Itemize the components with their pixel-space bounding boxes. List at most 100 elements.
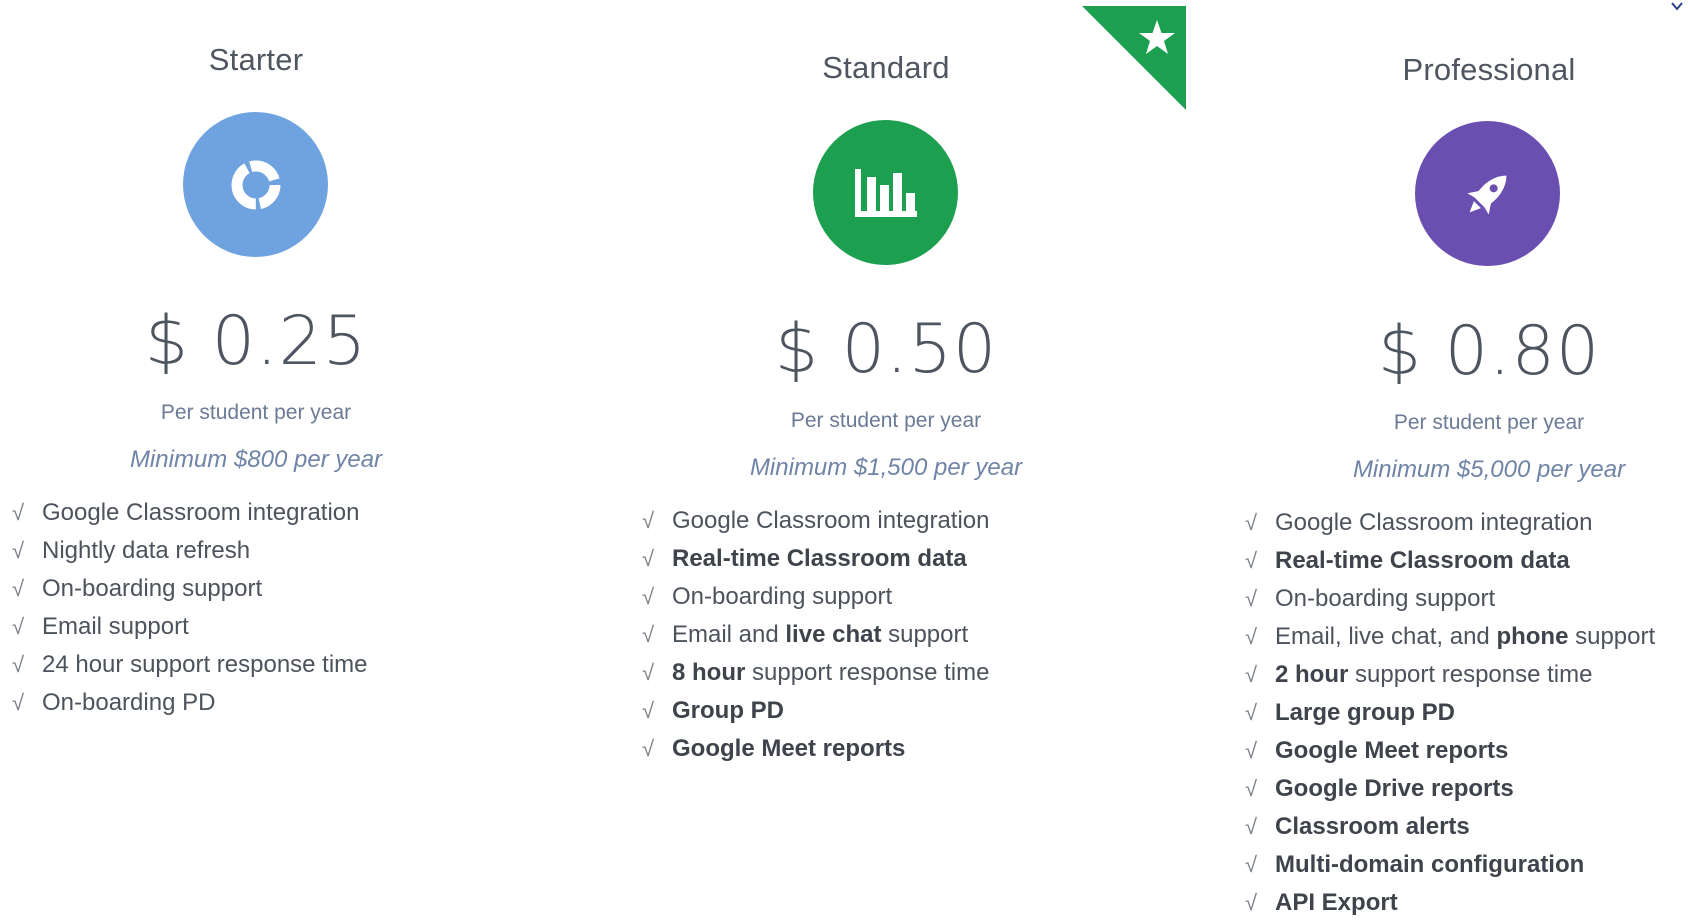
checkmark-icon: √: [642, 584, 655, 609]
checkmark-icon: √: [1245, 852, 1258, 877]
feature-text: Real-time Classroom data: [1275, 547, 1570, 575]
feature-item: √ Email support: [12, 608, 368, 646]
feature-text: Google Classroom integration: [42, 499, 360, 527]
feature-text-bold: Large group PD: [1275, 699, 1456, 726]
feature-text: On-boarding PD: [42, 689, 215, 717]
feature-text-bold: Google Drive reports: [1275, 775, 1514, 802]
feature-text-bold: API Export: [1275, 889, 1398, 916]
checkmark-icon: √: [642, 508, 655, 533]
checkmark-icon: √: [642, 622, 655, 647]
feature-text-part: support: [881, 621, 969, 648]
minimum-price: Minimum $5,000 per year: [1352, 456, 1626, 483]
donut-chart-icon: [183, 112, 328, 257]
feature-item: √ On-boarding support: [12, 570, 368, 608]
plan-title: Professional: [1402, 52, 1576, 87]
plan-title: Standard: [822, 50, 950, 85]
feature-item: √ Google Classroom integration: [12, 494, 368, 532]
feature-list: √ Google Classroom integration √ Real-time …: [1245, 504, 1655, 922]
feature-text-part: On-boarding support: [42, 575, 263, 602]
checkmark-icon: √: [12, 690, 25, 715]
checkmark-icon: √: [12, 538, 25, 563]
feature-text: Multi-domain configuration: [1275, 851, 1584, 879]
feature-text: Google Classroom integration: [1275, 509, 1593, 537]
checkmark-icon: √: [1245, 624, 1258, 649]
feature-text-part: On-boarding PD: [42, 689, 216, 716]
checkmark-icon: √: [12, 500, 25, 525]
feature-item: √ Google Meet reports: [642, 730, 990, 768]
checkmark-icon: √: [642, 660, 655, 685]
feature-text-part: Email support: [42, 613, 189, 640]
feature-text-bold: Google Meet reports: [672, 735, 906, 762]
checkmark-icon: √: [1245, 890, 1258, 915]
feature-item: √ 2 hour support response time: [1245, 656, 1655, 694]
feature-text: 8 hour support response time: [672, 659, 989, 687]
feature-text-part: Google Classroom integration: [1275, 509, 1593, 536]
plan-price: $ 0.50: [774, 310, 998, 389]
feature-text-bold: Google Meet reports: [1275, 737, 1509, 764]
feature-text-part: On-boarding support: [672, 583, 893, 610]
feature-text: 2 hour support response time: [1275, 661, 1592, 689]
plan-price: $ 0.25: [144, 302, 368, 381]
feature-text: Email support: [42, 613, 189, 641]
feature-text: Google Meet reports: [1275, 737, 1508, 765]
feature-text-part: support: [1568, 623, 1656, 650]
featured-ribbon: [1082, 6, 1186, 115]
feature-text: Large group PD: [1275, 699, 1455, 727]
checkmark-icon: √: [1245, 548, 1258, 573]
checkmark-icon: √: [1245, 510, 1258, 535]
feature-item: √ Nightly data refresh: [12, 532, 368, 570]
feature-text-part: support response time: [745, 659, 990, 686]
feature-text-bold: phone: [1496, 623, 1569, 650]
feature-text-bold: 8 hour: [672, 659, 746, 686]
checkmark-icon: √: [642, 546, 655, 571]
feature-item: √ Email and live chat support: [642, 616, 990, 654]
minimum-price: Minimum $800 per year: [129, 446, 383, 473]
feature-item: √ Multi-domain configuration: [1245, 846, 1655, 884]
checkmark-icon: √: [1245, 814, 1258, 839]
feature-text-bold: Group PD: [672, 697, 784, 724]
feature-item: √ 24 hour support response time: [12, 646, 368, 684]
feature-text-part: Email, live chat, and: [1275, 623, 1497, 650]
feature-text-part: 24 hour support response time: [42, 651, 368, 678]
checkmark-icon: √: [1245, 700, 1258, 725]
price-unit: Per student per year: [790, 409, 982, 432]
checkmark-icon: √: [1245, 662, 1258, 687]
plan-title: Starter: [208, 42, 304, 77]
feature-text-part: Google Classroom integration: [42, 499, 360, 526]
corner-chevron-icon: [1671, 2, 1683, 11]
feature-text-bold: Multi-domain configuration: [1275, 851, 1585, 878]
feature-text: 24 hour support response time: [42, 651, 368, 679]
feature-text-part: On-boarding support: [1275, 585, 1496, 612]
star-icon: [1082, 6, 1186, 110]
feature-text: Email, live chat, and phone support: [1275, 623, 1655, 651]
feature-item: √ On-boarding support: [642, 578, 990, 616]
checkmark-icon: √: [1245, 586, 1258, 611]
feature-item: √ API Export: [1245, 884, 1655, 922]
feature-item: √ On-boarding support: [1245, 580, 1655, 618]
feature-text: Google Drive reports: [1275, 775, 1514, 803]
feature-list: √ Google Classroom integration √ Nightly da…: [12, 494, 368, 722]
feature-item: √ Email, live chat, and phone support: [1245, 618, 1655, 656]
checkmark-icon: √: [12, 576, 25, 601]
feature-text-bold: 2 hour: [1275, 661, 1349, 688]
feature-item: √ Google Classroom integration: [642, 502, 990, 540]
feature-text-bold: Real-time Classroom data: [672, 545, 967, 572]
feature-text: Email and live chat support: [672, 621, 968, 649]
feature-item: √ Group PD: [642, 692, 990, 730]
feature-text-part: Google Classroom integration: [672, 507, 990, 534]
plan-standard: Standard $ 0.50 Per student per year Min…: [630, 0, 1142, 917]
feature-text: On-boarding support: [1275, 585, 1495, 613]
bar-chart-icon: [813, 120, 958, 265]
checkmark-icon: √: [642, 698, 655, 723]
feature-text-bold: Real-time Classroom data: [1275, 547, 1570, 574]
checkmark-icon: √: [1245, 776, 1258, 801]
checkmark-icon: √: [642, 736, 655, 761]
feature-item: √ 8 hour support response time: [642, 654, 990, 692]
feature-text-part: Email and: [672, 621, 786, 648]
feature-text: Group PD: [672, 697, 784, 725]
minimum-price: Minimum $1,500 per year: [749, 454, 1023, 481]
price-unit: Per student per year: [1393, 411, 1585, 434]
feature-text: Google Meet reports: [672, 735, 905, 763]
feature-item: √ Google Classroom integration: [1245, 504, 1655, 542]
feature-list: √ Google Classroom integration √ Real-time …: [642, 502, 990, 768]
